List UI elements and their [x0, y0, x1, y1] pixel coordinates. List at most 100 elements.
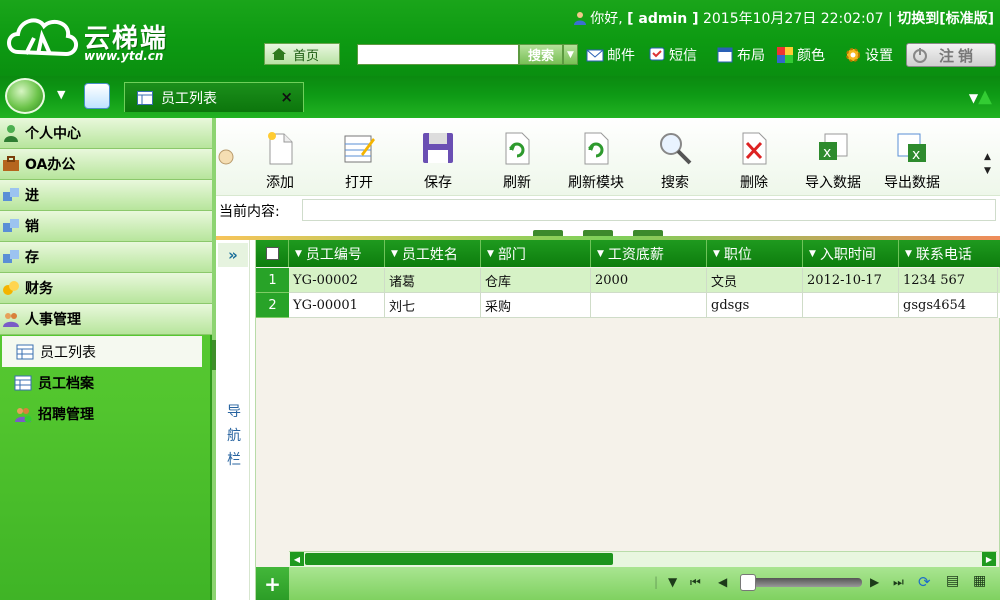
sidebar-subitem-employee-archive[interactable]: 员工档案	[0, 367, 212, 398]
username[interactable]: [ admin ]	[627, 11, 698, 27]
svg-text:x: x	[823, 145, 831, 161]
current-content-input[interactable]	[302, 199, 996, 221]
page-slider-knob[interactable]	[740, 574, 756, 591]
table-cell[interactable]: 2000	[591, 268, 707, 293]
nav-title-char: 栏	[227, 452, 241, 468]
column-label: 部门	[497, 246, 526, 263]
sort-caret-icon: ▼	[713, 248, 720, 259]
delete-button[interactable]: 删除	[717, 130, 791, 191]
table-cell[interactable]	[803, 293, 899, 318]
table-cell[interactable]	[591, 293, 707, 318]
list-view-icon[interactable]: ▤	[946, 573, 959, 589]
select-all-checkbox[interactable]	[256, 240, 289, 267]
refresh-icon[interactable]: ⟳	[918, 573, 931, 591]
scroll-left-icon[interactable]: ◀	[290, 552, 304, 566]
column-header-phone[interactable]: ▼ 联系电话	[899, 240, 1000, 267]
column-header-department[interactable]: ▼ 部门	[481, 240, 591, 267]
gear-icon	[846, 48, 860, 62]
table-cell[interactable]: 文员	[707, 268, 803, 293]
grid-view-icon[interactable]: ▦	[973, 573, 986, 589]
table-cell[interactable]: YG-00002	[289, 268, 385, 293]
table-cell[interactable]: YG-00001	[289, 293, 385, 318]
refresh-module-label: 刷新模块	[568, 175, 624, 191]
sort-caret-icon: ▼	[487, 248, 494, 259]
sidebar-item-hr[interactable]: 人事管理	[0, 304, 212, 335]
users-icon	[3, 313, 19, 327]
scroll-right-icon[interactable]: ▶	[982, 552, 996, 566]
sidebar-item-purchase[interactable]: 进	[0, 180, 212, 211]
open-button[interactable]: 打开	[322, 130, 396, 191]
first-page-icon[interactable]: ⏮	[690, 575, 701, 590]
settings-link[interactable]: 设置	[844, 45, 893, 65]
page-size-dropdown-icon[interactable]: ▼	[668, 575, 677, 589]
search-button[interactable]: 搜索	[519, 44, 563, 65]
table-cell[interactable]: 2012-10-17	[803, 268, 899, 293]
column-header-employee-id[interactable]: ▼ 员工编号	[289, 240, 385, 267]
sidebar-item-sales[interactable]: 销	[0, 211, 212, 242]
color-label: 颜色	[797, 48, 825, 64]
sort-caret-icon: ▼	[295, 248, 302, 259]
table-cell[interactable]: 采购	[481, 293, 591, 318]
import-label: 导入数据	[805, 175, 861, 191]
tab-employee-list[interactable]: 员工列表 ×	[124, 82, 304, 112]
table-cell[interactable]: gdsgs	[707, 293, 803, 318]
open-label: 打开	[345, 175, 373, 191]
user-icon	[4, 125, 18, 142]
column-header-base-salary[interactable]: ▼ 工资底薪	[591, 240, 707, 267]
search-tool-button[interactable]: 搜索	[638, 130, 712, 191]
tabbar-scroll-icon[interactable]: ▼▲	[969, 86, 992, 107]
add-button[interactable]: 添加	[243, 130, 317, 191]
last-page-icon[interactable]: ⏭	[893, 575, 904, 590]
export-button[interactable]: x 导出数据	[875, 130, 949, 191]
expand-nav-button[interactable]: »	[218, 243, 248, 267]
table-cell[interactable]: 刘七	[385, 293, 481, 318]
table-cell[interactable]: 诸葛	[385, 268, 481, 293]
prev-page-icon[interactable]: ◀	[718, 575, 727, 589]
table-icon	[137, 90, 153, 105]
sidebar-item-label: OA办公	[25, 157, 76, 173]
new-document-icon	[268, 132, 293, 165]
greeting-text: 你好,	[590, 11, 623, 27]
column-header-hire-date[interactable]: ▼ 入职时间	[803, 240, 899, 267]
table-cell[interactable]: 1234 567	[899, 268, 998, 293]
import-button[interactable]: x 导入数据	[796, 130, 870, 191]
layout-link[interactable]: 布局	[716, 45, 765, 65]
toolbar-scroll-icon[interactable]: ▲ ▼	[984, 150, 991, 178]
layout-label: 布局	[737, 48, 765, 64]
refresh-button[interactable]: 刷新	[480, 130, 554, 191]
sidebar-item-finance[interactable]: 财务	[0, 273, 212, 304]
scrollbar-thumb[interactable]	[305, 553, 613, 565]
mail-link[interactable]: 邮件	[586, 45, 635, 65]
sidebar-subitem-label: 员工列表	[40, 344, 96, 361]
column-header-position[interactable]: ▼ 职位	[707, 240, 803, 267]
sidebar-subitem-recruitment[interactable]: 招聘管理	[0, 398, 212, 429]
datetime: 2015年10月27日 22:02:07	[702, 11, 884, 27]
switch-version-link[interactable]: 切换到[标准版]	[897, 11, 994, 27]
sidebar-item-oa[interactable]: OA办公	[0, 149, 212, 180]
search-input[interactable]	[357, 44, 519, 65]
table-cell[interactable]: 仓库	[481, 268, 591, 293]
add-row-button[interactable]: +	[256, 567, 289, 600]
sidebar-subitem-employee-list[interactable]: 员工列表	[2, 336, 202, 367]
column-label: 联系电话	[915, 246, 972, 263]
sidebar-item-label: 个人中心	[25, 126, 81, 142]
toolbar-scroll-left-icon[interactable]	[217, 148, 235, 166]
logout-button[interactable]: 注销	[906, 43, 996, 67]
start-menu-orb[interactable]	[5, 78, 45, 114]
caret-down-icon[interactable]: ▼	[57, 88, 65, 101]
notepad-icon[interactable]	[84, 83, 110, 109]
sidebar-item-personal[interactable]: 个人中心	[0, 118, 212, 149]
sms-link[interactable]: 短信	[648, 45, 697, 65]
color-link[interactable]: 颜色	[776, 45, 825, 65]
table-cell[interactable]: gsgs4654	[899, 293, 998, 318]
close-icon[interactable]: ×	[280, 88, 293, 106]
save-button[interactable]: 保存	[401, 130, 475, 191]
search-dropdown-button[interactable]: ▼	[563, 44, 578, 65]
refresh-module-button[interactable]: 刷新模块	[559, 130, 633, 191]
home-button[interactable]: 首页	[264, 43, 340, 65]
page-slider[interactable]	[740, 578, 862, 587]
next-page-icon[interactable]: ▶	[870, 575, 879, 589]
sidebar-item-inventory[interactable]: 存	[0, 242, 212, 273]
column-header-name[interactable]: ▼ 员工姓名	[385, 240, 481, 267]
add-label: 添加	[266, 175, 294, 191]
